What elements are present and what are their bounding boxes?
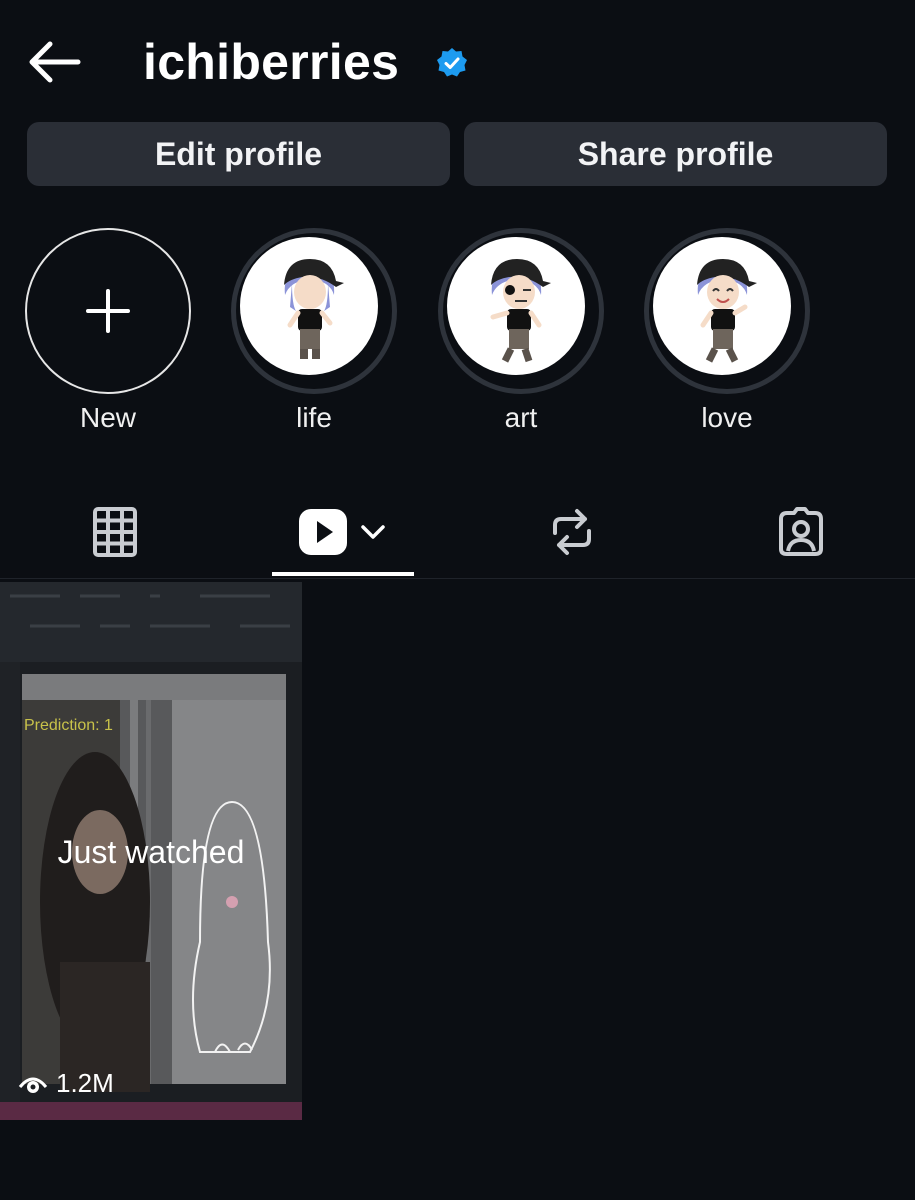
tab-reels[interactable] xyxy=(272,488,414,576)
highlight-ring[interactable] xyxy=(438,228,604,394)
grid-icon xyxy=(93,507,137,557)
verified-badge-icon xyxy=(437,48,467,77)
repost-icon xyxy=(553,509,591,555)
new-highlight-ring[interactable] xyxy=(25,228,191,394)
profile-header: ichiberries xyxy=(0,0,915,120)
highlight-cover xyxy=(447,237,585,375)
reel-view-count: 1.2M xyxy=(18,1068,114,1099)
reel-caption: Just watched xyxy=(57,834,245,870)
share-profile-button[interactable]: Share profile xyxy=(464,122,887,186)
highlight-cover xyxy=(653,237,791,375)
tab-tagged[interactable] xyxy=(741,488,861,576)
chevron-down-icon[interactable] xyxy=(358,522,388,542)
reel-views-text: 1.2M xyxy=(56,1068,114,1098)
highlight-label: New xyxy=(79,402,136,433)
back-button[interactable] xyxy=(26,40,82,84)
avatar-character-image xyxy=(697,259,757,363)
active-tab-indicator xyxy=(272,572,414,576)
profile-tabs xyxy=(0,488,915,578)
tab-reposts[interactable] xyxy=(512,488,632,576)
highlight-label: life xyxy=(296,402,332,433)
tagged-person-icon xyxy=(779,507,823,556)
avatar-character-image xyxy=(490,259,551,363)
tab-grid[interactable] xyxy=(55,488,175,576)
reels-play-icon xyxy=(299,509,347,555)
highlight-cover xyxy=(240,237,378,375)
highlight-life[interactable]: life xyxy=(231,228,397,436)
edit-profile-button[interactable]: Edit profile xyxy=(27,122,450,186)
highlight-ring[interactable] xyxy=(644,228,810,394)
highlight-new[interactable]: New xyxy=(25,228,191,436)
svg-text:Prediction: 1: Prediction: 1 xyxy=(24,717,113,734)
profile-username: ichiberries xyxy=(143,34,400,90)
arrow-left-icon xyxy=(29,41,81,83)
highlight-label: art xyxy=(504,402,538,433)
highlight-art[interactable]: art xyxy=(438,228,604,436)
highlight-label: love xyxy=(701,402,753,433)
highlight-ring[interactable] xyxy=(231,228,397,394)
eye-icon xyxy=(18,1077,48,1093)
highlight-love[interactable]: love xyxy=(644,228,810,436)
avatar-character-image xyxy=(284,259,344,359)
tabs-divider xyxy=(0,578,915,579)
plus-icon xyxy=(86,289,130,333)
